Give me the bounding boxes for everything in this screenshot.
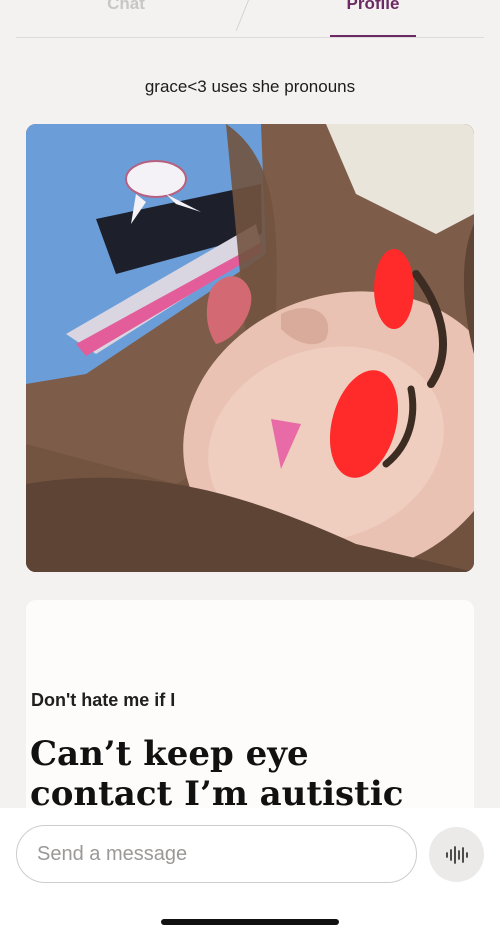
voice-message-button[interactable] <box>429 827 484 882</box>
prompt-question: Don't hate me if I <box>31 690 176 710</box>
voice-waveform-icon <box>445 845 468 864</box>
tab-bar: Chat Profile <box>16 0 484 38</box>
profile-photo-image <box>26 124 474 572</box>
tab-profile[interactable]: Profile <box>330 0 416 38</box>
profile-photo[interactable] <box>26 124 474 572</box>
home-indicator <box>161 919 339 925</box>
message-input[interactable] <box>16 825 417 883</box>
tab-divider <box>235 0 250 31</box>
tab-chat[interactable]: Chat <box>86 0 166 38</box>
active-tab-indicator <box>330 35 416 37</box>
profile-name-pronouns: grace<3 uses she pronouns <box>144 77 356 96</box>
